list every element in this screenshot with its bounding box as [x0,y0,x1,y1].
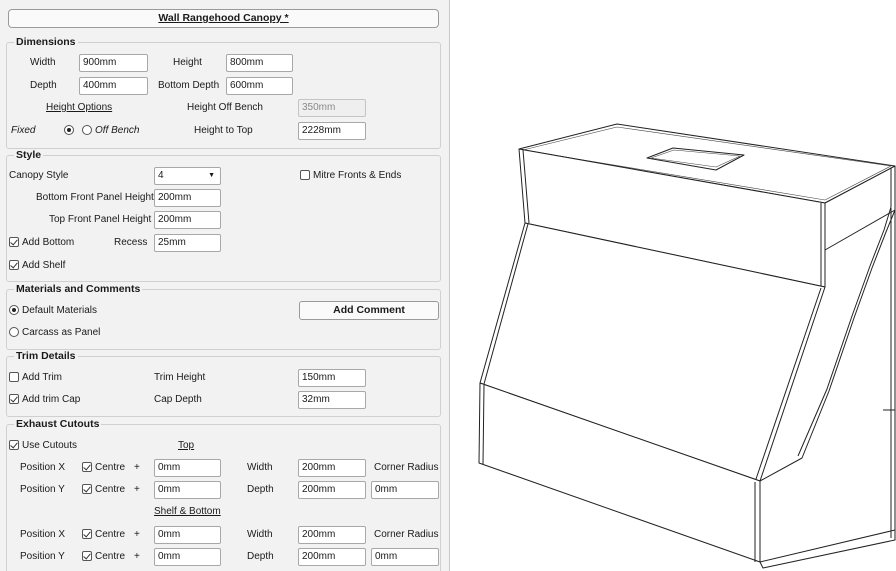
mitre-checkbox[interactable] [300,170,310,180]
top-width-label: Width [247,462,273,473]
sb-position-x-field[interactable]: 0mm [154,526,221,544]
sb-position-y-field[interactable]: 0mm [154,548,221,566]
sb-corner-radius-label: Corner Radius [374,529,439,540]
add-trim-label: Add Trim [22,372,63,383]
mitre-label: Mitre Fronts & Ends [313,170,402,181]
height-options-label: Height Options [46,102,113,113]
sb-width-label: Width [247,529,273,540]
recess-field[interactable]: 25mm [154,234,221,252]
top-front-panel-label: Top Front Panel Height [49,214,152,225]
sb-centre-y-checkbox[interactable] [82,551,92,561]
trim-height-field[interactable]: 150mm [298,369,366,387]
materials-heading: Materials and Comments [14,283,143,296]
bottom-front-panel-field[interactable]: 200mm [154,189,221,207]
top-centre-y-label: Centre [95,484,126,495]
top-width-field[interactable]: 200mm [298,459,366,477]
3d-preview-viewport[interactable] [451,0,896,571]
shelf-bottom-cutout-label: Shelf & Bottom [154,506,221,517]
top-position-x-field[interactable]: 0mm [154,459,221,477]
height-off-bench-field[interactable]: 350mm [298,99,366,117]
plus-label: + [134,529,140,540]
plus-label: + [134,551,140,562]
add-shelf-checkbox[interactable] [9,260,19,270]
bottom-depth-field[interactable]: 600mm [226,77,293,95]
sb-centre-y-label: Centre [95,551,126,562]
height-to-top-field[interactable]: 2228mm [298,122,366,140]
canopy-style-value: 4 [158,170,164,181]
use-cutouts-label: Use Cutouts [22,440,78,451]
depth-label: Depth [30,80,57,91]
trim-heading: Trim Details [14,350,78,363]
top-centre-x-checkbox[interactable] [82,462,92,472]
top-front-panel-field[interactable]: 200mm [154,211,221,229]
add-trim-checkbox[interactable] [9,372,19,382]
depth-field[interactable]: 400mm [79,77,148,95]
fixed-radio[interactable] [64,125,74,135]
top-depth-label: Depth [247,484,274,495]
rangehood-model-drawing [478,123,896,569]
carcass-as-panel-label: Carcass as Panel [22,327,101,338]
canopy-style-select[interactable]: 4 ▼ [154,167,221,185]
off-bench-label: Off Bench [95,125,140,136]
height-to-top-label: Height to Top [194,125,253,136]
trim-height-label: Trim Height [154,372,206,383]
sb-width-field[interactable]: 200mm [298,526,366,544]
default-materials-radio[interactable] [9,305,19,315]
sb-centre-x-checkbox[interactable] [82,529,92,539]
top-corner-radius-label: Corner Radius [374,462,439,473]
recess-label: Recess [114,237,148,248]
cap-depth-label: Cap Depth [154,394,202,405]
top-position-y-field[interactable]: 0mm [154,481,221,499]
style-heading: Style [14,149,44,162]
sb-depth-field[interactable]: 200mm [298,548,366,566]
sb-position-x-label: Position X [20,529,66,540]
use-cutouts-checkbox[interactable] [9,440,19,450]
top-centre-x-label: Centre [95,462,126,473]
bottom-front-panel-label: Bottom Front Panel Height [36,192,154,203]
off-bench-radio[interactable] [82,125,92,135]
add-comment-button[interactable]: Add Comment [299,301,439,320]
default-materials-label: Default Materials [22,305,98,316]
height-label: Height [173,57,202,68]
canopy-style-label: Canopy Style [9,170,69,181]
width-label: Width [30,57,56,68]
add-trim-cap-label: Add trim Cap [22,394,81,405]
top-corner-radius-field[interactable]: 0mm [371,481,439,499]
width-field[interactable]: 900mm [79,54,148,72]
top-position-x-label: Position X [20,462,66,473]
height-field[interactable]: 800mm [226,54,293,72]
bottom-depth-label: Bottom Depth [158,80,220,91]
exhaust-heading: Exhaust Cutouts [14,418,102,431]
cap-depth-field[interactable]: 32mm [298,391,366,409]
trim-group: Trim Details [6,350,441,417]
add-bottom-label: Add Bottom [22,237,75,248]
sb-centre-x-label: Centre [95,529,126,540]
height-off-bench-label: Height Off Bench [187,102,263,113]
top-centre-y-checkbox[interactable] [82,484,92,494]
carcass-as-panel-radio[interactable] [9,327,19,337]
dimensions-heading: Dimensions [14,36,78,49]
item-title-button[interactable]: Wall Rangehood Canopy * [8,9,439,28]
top-cutout-label: Top [178,440,195,451]
plus-label: + [134,484,140,495]
top-position-y-label: Position Y [20,484,65,495]
sb-corner-radius-field[interactable]: 0mm [371,548,439,566]
add-bottom-checkbox[interactable] [9,237,19,247]
fixed-label: Fixed [11,125,36,136]
add-shelf-label: Add Shelf [22,260,66,271]
dropdown-arrow-icon: ▼ [208,172,215,179]
sb-position-y-label: Position Y [20,551,65,562]
plus-label: + [134,462,140,473]
sb-depth-label: Depth [247,551,274,562]
top-depth-field[interactable]: 200mm [298,481,366,499]
properties-panel: Wall Rangehood Canopy * Dimensions Width… [0,0,450,571]
add-trim-cap-checkbox[interactable] [9,394,19,404]
